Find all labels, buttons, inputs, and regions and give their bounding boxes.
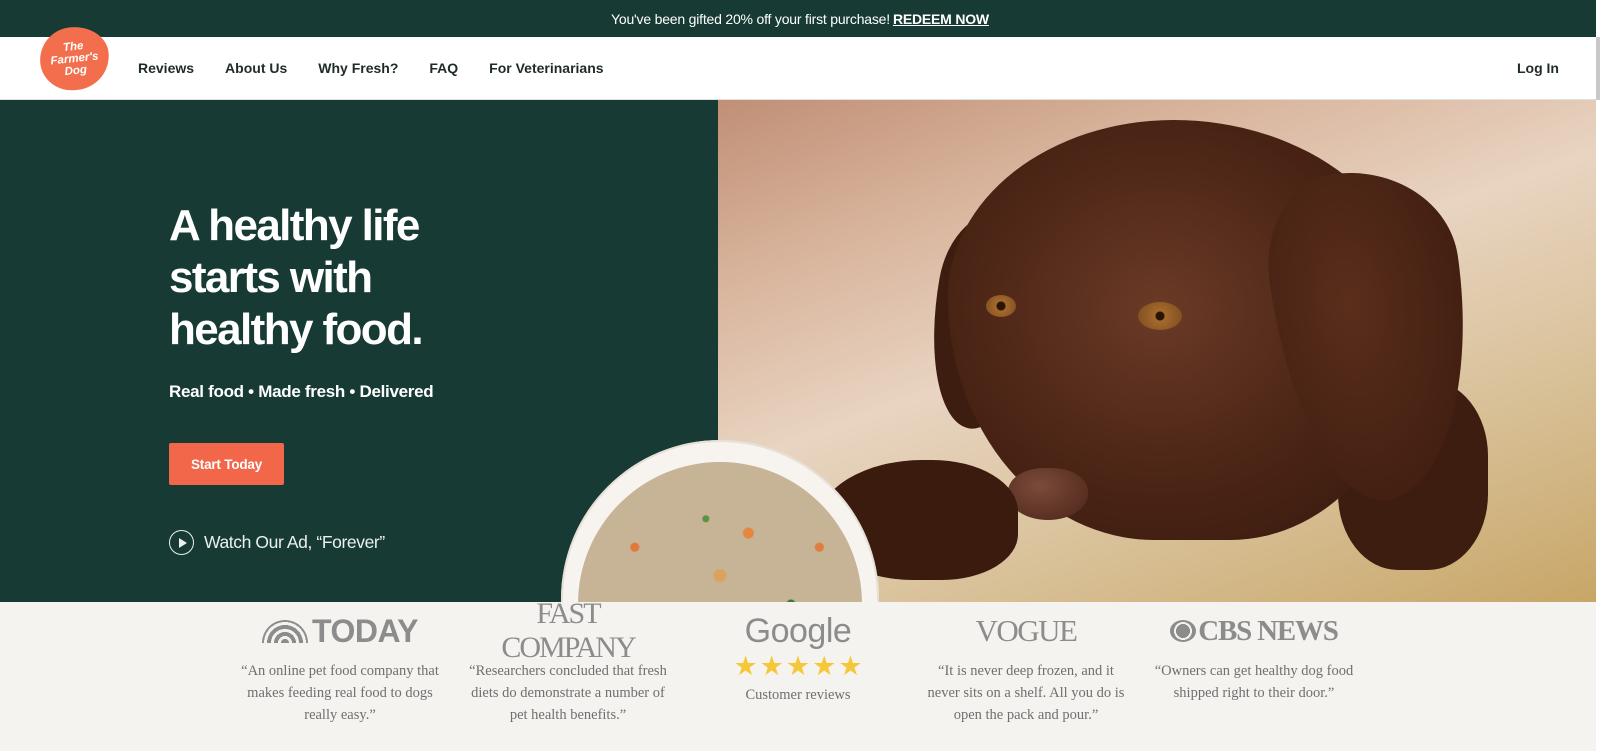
nav-link-faq[interactable]: FAQ <box>429 60 458 76</box>
nav-link-for-veterinarians[interactable]: For Veterinarians <box>489 60 603 76</box>
star-rating: ★ ★ ★ ★ ★ <box>698 651 898 681</box>
hero-headline: A healthy life starts with healthy food. <box>169 201 424 354</box>
today-rainbow-icon <box>262 619 308 643</box>
puppy-nose <box>1008 468 1088 520</box>
nav-links: Reviews About Us Why Fresh? FAQ For Vete… <box>138 60 635 76</box>
hero-section: A healthy life starts with healthy food.… <box>0 100 1596 602</box>
fast-company-logo: FAST COMPANY <box>501 597 636 664</box>
cbs-news-logo: CBS NEWS <box>1154 614 1354 648</box>
today-logo: TODAY <box>240 612 440 649</box>
login-link[interactable]: Log In <box>1517 60 1559 76</box>
cbs-logo-text: CBS NEWS <box>1198 614 1339 647</box>
press-item-today: TODAY “An online pet food company that m… <box>240 612 440 726</box>
nav-link-reviews[interactable]: Reviews <box>138 60 194 76</box>
star-icon: ★ <box>812 651 837 681</box>
press-item-cbs-news: CBS NEWS “Owners can get healthy dog foo… <box>1154 614 1354 704</box>
cbs-eye-icon <box>1170 620 1197 642</box>
press-item-vogue: VOGUE “It is never deep frozen, and it n… <box>926 613 1126 726</box>
start-today-button[interactable]: Start Today <box>169 443 284 485</box>
hero-subline: Real food • Made fresh • Delivered <box>169 382 434 401</box>
google-logo: Google <box>744 611 852 650</box>
vogue-logo: VOGUE <box>975 613 1079 648</box>
puppy-right-eye <box>1138 302 1182 330</box>
today-logo-text: TODAY <box>312 612 418 649</box>
press-quote: “Owners can get healthy dog food shipped… <box>1154 663 1354 701</box>
watch-ad-label: Watch Our Ad, “Forever” <box>204 532 385 552</box>
star-icon: ★ <box>733 651 758 681</box>
page-scrollbar[interactable] <box>1596 0 1600 751</box>
play-icon <box>169 530 194 555</box>
press-item-fast-company: FAST COMPANY “Researchers concluded that… <box>468 597 668 726</box>
nav-link-about-us[interactable]: About Us <box>225 60 287 76</box>
promo-banner: You've been gifted 20% off your first pu… <box>0 0 1600 37</box>
watch-ad-link[interactable]: Watch Our Ad, “Forever” <box>169 530 385 555</box>
press-quote: “Researchers concluded that fresh diets … <box>469 663 667 723</box>
star-icon: ★ <box>759 651 784 681</box>
press-quote: “It is never deep frozen, and it never s… <box>927 663 1125 723</box>
promo-text: You've been gifted 20% off your first pu… <box>611 10 890 27</box>
puppy-left-eye <box>986 295 1016 317</box>
press-section: TODAY “An online pet food company that m… <box>0 597 1596 751</box>
brand-logo-text: The Farmer's Dog <box>49 39 100 78</box>
scrollbar-thumb[interactable] <box>1596 37 1600 100</box>
press-quote: “An online pet food company that makes f… <box>241 663 439 723</box>
nav-link-why-fresh[interactable]: Why Fresh? <box>318 60 398 76</box>
redeem-now-link[interactable]: REDEEM NOW <box>893 11 989 27</box>
customer-reviews-caption: Customer reviews <box>745 687 851 703</box>
press-item-google: Google ★ ★ ★ ★ ★ Customer reviews <box>698 611 898 704</box>
star-icon: ★ <box>838 651 863 681</box>
star-icon: ★ <box>785 651 811 681</box>
